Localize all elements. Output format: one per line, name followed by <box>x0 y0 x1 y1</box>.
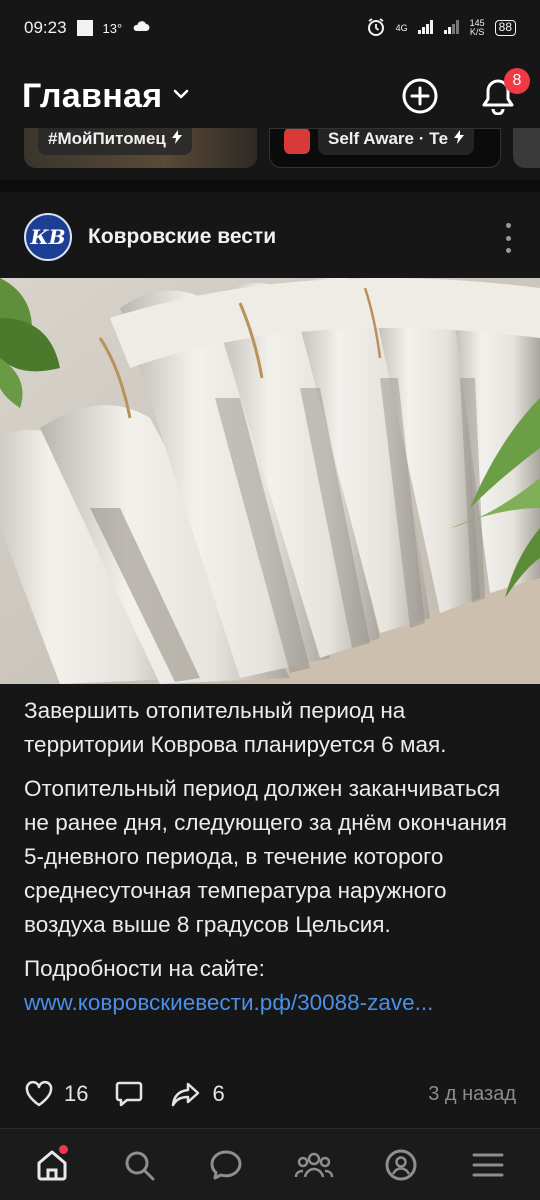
nav-messages[interactable] <box>200 1139 252 1191</box>
nav-search[interactable] <box>113 1139 165 1191</box>
more-dot <box>505 223 511 228</box>
nav-menu[interactable] <box>462 1139 514 1191</box>
avatar-logo-text: КВ <box>30 225 66 249</box>
more-dot <box>505 235 511 241</box>
post-paragraph: Отопительный период должен заканчиваться… <box>24 776 507 937</box>
battery-indicator: 88 <box>494 20 516 36</box>
network-type: 4G <box>395 23 408 33</box>
create-post-button[interactable] <box>400 76 440 116</box>
comment-icon <box>116 1081 143 1107</box>
comment-button[interactable] <box>114 1079 144 1109</box>
nav-home[interactable] <box>26 1139 78 1191</box>
status-bar: 09:23 13° 4G 145 K/S 88 <box>0 0 540 56</box>
more-dot <box>505 248 511 253</box>
feed-selector[interactable]: Главная <box>22 77 190 116</box>
signal-icon <box>417 19 434 37</box>
lightning-icon <box>171 129 182 149</box>
story-label: #МойПитомец <box>48 129 166 148</box>
lightning-icon <box>454 129 465 149</box>
share-button[interactable]: 6 <box>170 1080 225 1108</box>
network-speed: 145 K/S <box>470 19 485 37</box>
post-header: КВ Ковровские вести <box>0 205 540 269</box>
search-icon <box>125 1151 155 1180</box>
menu-icon <box>472 1153 504 1176</box>
post-actions: 16 6 3 д назад <box>24 1072 516 1116</box>
notifications-button[interactable]: 8 <box>478 68 530 116</box>
story-card[interactable] <box>513 128 540 168</box>
story-card[interactable]: #МойПитомец <box>24 128 257 168</box>
header-actions: 8 <box>400 68 530 116</box>
likes-count: 16 <box>64 1081 89 1106</box>
post-body: Завершить отопительный период на террито… <box>24 694 524 1020</box>
notification-square-icon <box>76 20 93 36</box>
cloud-icon <box>132 19 150 37</box>
status-time: 09:23 <box>24 18 67 37</box>
story-label: Self Aware · Те <box>328 129 449 148</box>
story-card[interactable]: Self Aware · Те <box>269 128 501 168</box>
author-name[interactable]: Ковровские вести <box>88 225 276 249</box>
profile-icon <box>385 1149 417 1180</box>
stories-strip: #МойПитомец Self Aware · Те <box>0 128 540 170</box>
nav-profile[interactable] <box>375 1139 427 1191</box>
weather-temperature: 13° <box>102 20 123 36</box>
radiator-photo <box>0 278 540 684</box>
shares-count: 6 <box>212 1081 225 1106</box>
notifications-badge: 8 <box>504 68 530 94</box>
post-image[interactable] <box>0 278 540 684</box>
app-header: Главная 8 <box>0 64 540 128</box>
plus-circle-icon <box>402 78 438 114</box>
share-arrow-icon <box>172 1082 200 1107</box>
status-left: 09:23 13° <box>24 18 150 38</box>
network-speed-unit: K/S <box>469 27 485 37</box>
chat-icon <box>210 1150 242 1179</box>
section-divider <box>0 180 540 192</box>
alarm-icon <box>366 17 386 40</box>
chevron-down-icon <box>172 87 190 105</box>
story-logo-icon <box>284 129 310 154</box>
page-title: Главная <box>22 76 163 115</box>
like-button[interactable]: 16 <box>24 1080 88 1108</box>
signal-2-icon <box>443 19 460 37</box>
post-paragraph: Подробности на сайте: <box>24 956 265 981</box>
heart-icon <box>25 1080 53 1107</box>
post-paragraph: Завершить отопительный период на террито… <box>24 698 447 757</box>
status-right: 4G 145 K/S 88 <box>366 17 516 40</box>
story-label-pill: Self Aware · Те <box>318 129 475 155</box>
home-notification-dot <box>58 1144 68 1154</box>
post-timestamp: 3 д назад <box>428 1082 516 1105</box>
more-options-button[interactable] <box>502 223 514 253</box>
post-link[interactable]: www.ковровскиевести.рф/30088-zave... <box>24 986 504 1020</box>
story-label-pill: #МойПитомец <box>38 128 192 155</box>
people-icon <box>294 1152 333 1177</box>
author-avatar[interactable]: КВ <box>24 213 72 261</box>
nav-friends[interactable] <box>288 1139 340 1191</box>
bottom-nav <box>0 1128 540 1200</box>
